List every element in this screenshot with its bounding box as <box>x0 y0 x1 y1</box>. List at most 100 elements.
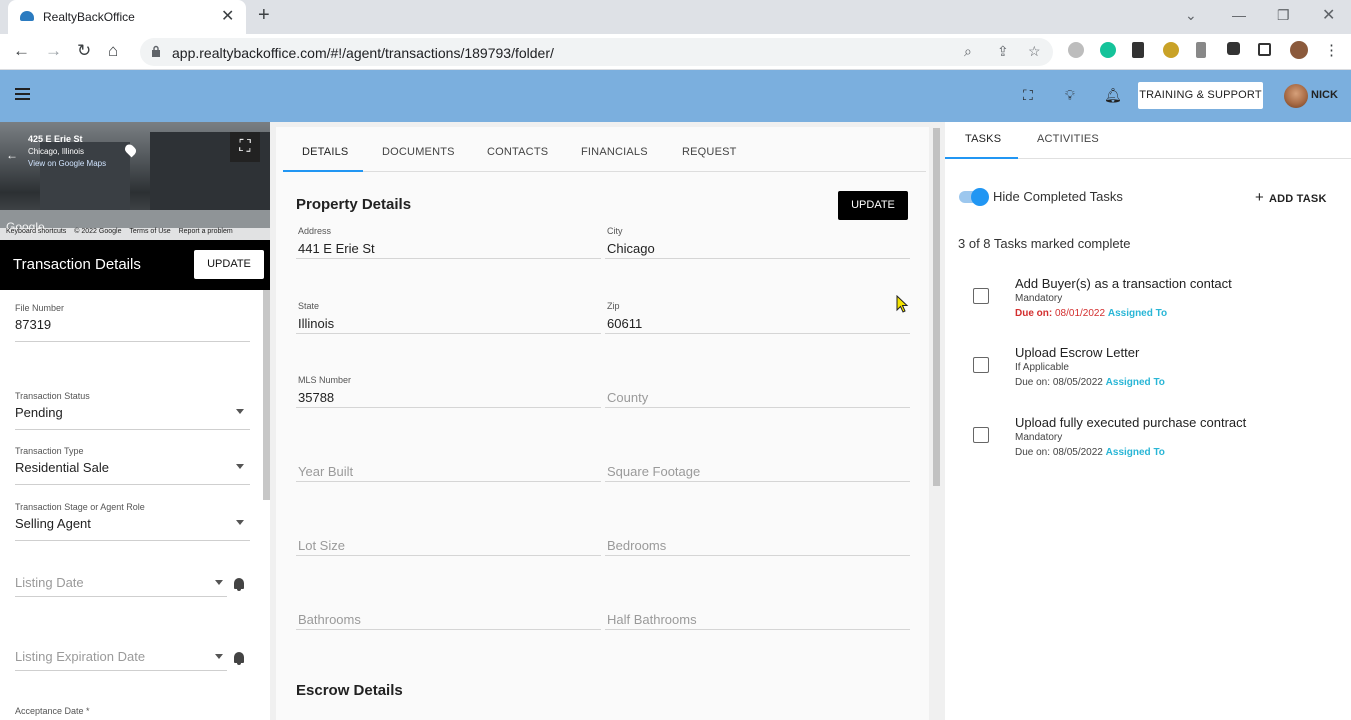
mls-number-field[interactable]: MLS Number 35788 <box>296 375 601 409</box>
browser-tab[interactable]: RealtyBackOffice ✕ <box>8 0 246 34</box>
zoom-icon[interactable]: ⌕ <box>964 43 972 60</box>
tab-request[interactable]: REQUEST <box>682 146 737 158</box>
back-arrow-icon[interactable]: ← <box>6 148 18 162</box>
state-field[interactable]: State Illinois <box>296 301 601 335</box>
puzzle-icon[interactable] <box>1227 42 1240 55</box>
street-view-map[interactable]: ← 425 E Erie St Chicago, Illinois View o… <box>0 122 270 240</box>
tab-financials[interactable]: FINANCIALS <box>581 146 648 158</box>
listing-expiration-date-field[interactable]: Listing Expiration Date <box>15 649 227 671</box>
address-field[interactable]: Address 441 E Erie St <box>296 226 601 260</box>
notification-bell-icon[interactable] <box>234 578 244 591</box>
bathrooms-field[interactable]: Bathrooms <box>296 597 601 631</box>
sidebar-icon[interactable] <box>1258 43 1271 56</box>
toggle-knob <box>971 188 989 206</box>
home-icon[interactable]: ⌂ <box>108 42 118 60</box>
reload-icon[interactable]: ↻ <box>77 42 91 60</box>
tab-contacts[interactable]: CONTACTS <box>487 146 548 158</box>
fullscreen-icon[interactable]: ⛶ <box>230 132 260 162</box>
field-label: Transaction Stage or Agent Role <box>15 502 145 512</box>
task-title[interactable]: Upload Escrow Letter <box>1015 345 1139 360</box>
user-name[interactable]: NICK <box>1311 89 1338 101</box>
task-title[interactable]: Upload fully executed purchase contract <box>1015 415 1246 430</box>
assigned-to-link[interactable]: Assigned To <box>1108 308 1167 319</box>
avatar[interactable] <box>1284 84 1308 108</box>
grammarly-icon[interactable] <box>1100 42 1116 58</box>
fullscreen-icon[interactable]: ⛶ <box>1023 87 1033 104</box>
profile-avatar-icon[interactable] <box>1290 41 1308 59</box>
file-number-field[interactable]: File Number 87319 <box>15 303 250 343</box>
transaction-type-select[interactable]: Transaction Type Residential Sale <box>15 446 250 486</box>
update-button[interactable]: UPDATE <box>194 250 264 279</box>
field-underline <box>605 555 910 556</box>
field-underline <box>15 341 250 342</box>
field-value: 87319 <box>15 317 52 332</box>
new-tab-icon[interactable]: + <box>258 4 270 27</box>
half-bathrooms-field[interactable]: Half Bathrooms <box>605 597 910 631</box>
due-label: Due on: <box>1015 447 1051 458</box>
close-tab-icon[interactable]: ✕ <box>221 6 234 26</box>
browser-tab-bar: RealtyBackOffice ✕ + ⌄ — ❐ ✕ <box>0 0 1351 34</box>
add-task-button[interactable]: + ADD TASK <box>1255 189 1327 206</box>
extension-icon[interactable] <box>1068 42 1084 58</box>
extension-icon[interactable] <box>1163 42 1179 58</box>
browser-menu-icon[interactable]: ⋮ <box>1324 42 1339 60</box>
scrollbar[interactable] <box>933 128 940 486</box>
back-icon[interactable]: ← <box>13 42 30 60</box>
notification-bell-icon[interactable]: 🔔︎ <box>1104 87 1122 104</box>
dropdown-arrow-icon <box>215 580 223 585</box>
minimize-icon[interactable]: — <box>1232 7 1246 23</box>
task-title[interactable]: Add Buyer(s) as a transaction contact <box>1015 276 1232 291</box>
scrollbar[interactable] <box>263 290 270 500</box>
plus-icon: + <box>1255 189 1264 206</box>
transaction-stage-select[interactable]: Transaction Stage or Agent Role Selling … <box>15 502 250 542</box>
county-field[interactable]: County <box>605 375 910 409</box>
restore-icon[interactable]: ❐ <box>1277 7 1290 24</box>
eyedropper-icon[interactable] <box>1196 42 1206 58</box>
tab-search-icon[interactable]: ⌄ <box>1185 7 1197 24</box>
active-tab-indicator <box>283 170 363 172</box>
report-problem-link[interactable]: Report a problem <box>179 228 233 235</box>
tab-activities[interactable]: ACTIVITIES <box>1037 133 1099 145</box>
extension-icon[interactable] <box>1132 42 1144 58</box>
update-button[interactable]: UPDATE <box>838 191 908 220</box>
hide-completed-toggle[interactable] <box>959 188 989 206</box>
close-window-icon[interactable]: ✕ <box>1322 5 1335 25</box>
bedrooms-field[interactable]: Bedrooms <box>605 523 910 557</box>
terms-link[interactable]: Terms of Use <box>129 228 170 235</box>
bookmark-star-icon[interactable]: ☆ <box>1028 43 1041 60</box>
lightbulb-icon[interactable]: 💡︎ <box>1065 87 1075 104</box>
due-label: Due on: <box>1015 308 1053 319</box>
assigned-to-link[interactable]: Assigned To <box>1106 377 1165 388</box>
tab-details[interactable]: DETAILS <box>302 146 348 158</box>
task-item: Add Buyer(s) as a transaction contact Ma… <box>945 276 1351 336</box>
year-built-field[interactable]: Year Built <box>296 449 601 483</box>
training-support-button[interactable]: TRAINING & SUPPORT <box>1138 82 1263 109</box>
view-on-google-maps-link[interactable]: View on Google Maps <box>28 159 106 168</box>
menu-icon[interactable] <box>15 88 30 100</box>
listing-date-field[interactable]: Listing Date <box>15 575 227 597</box>
notification-bell-icon[interactable] <box>234 652 244 665</box>
field-label: State <box>298 301 320 311</box>
task-checkbox[interactable] <box>973 357 989 373</box>
keyboard-shortcuts-link[interactable]: Keyboard shortcuts <box>6 228 66 235</box>
task-requirement: Mandatory <box>1015 432 1063 443</box>
tab-documents[interactable]: DOCUMENTS <box>382 146 455 158</box>
square-footage-field[interactable]: Square Footage <box>605 449 910 483</box>
acceptance-date-field[interactable]: Acceptance Date * <box>15 706 250 720</box>
field-underline <box>296 407 601 408</box>
transaction-status-select[interactable]: Transaction Status Pending <box>15 391 250 431</box>
share-icon[interactable]: ⇪ <box>997 43 1009 60</box>
lot-size-field[interactable]: Lot Size <box>296 523 601 557</box>
task-checkbox[interactable] <box>973 288 989 304</box>
field-placeholder: Lot Size <box>298 538 345 553</box>
forward-icon[interactable]: → <box>45 42 62 60</box>
address-bar[interactable]: app.realtybackoffice.com/#!/agent/transa… <box>140 38 1053 66</box>
city-field[interactable]: City Chicago <box>605 226 910 260</box>
active-tab-indicator <box>945 157 1018 159</box>
zip-field[interactable]: Zip 60611 <box>605 301 910 335</box>
task-checkbox[interactable] <box>973 427 989 443</box>
assigned-to-link[interactable]: Assigned To <box>1106 447 1165 458</box>
section-title: Escrow Details <box>296 682 403 699</box>
tab-tasks[interactable]: TASKS <box>965 133 1001 145</box>
field-underline <box>15 484 250 485</box>
